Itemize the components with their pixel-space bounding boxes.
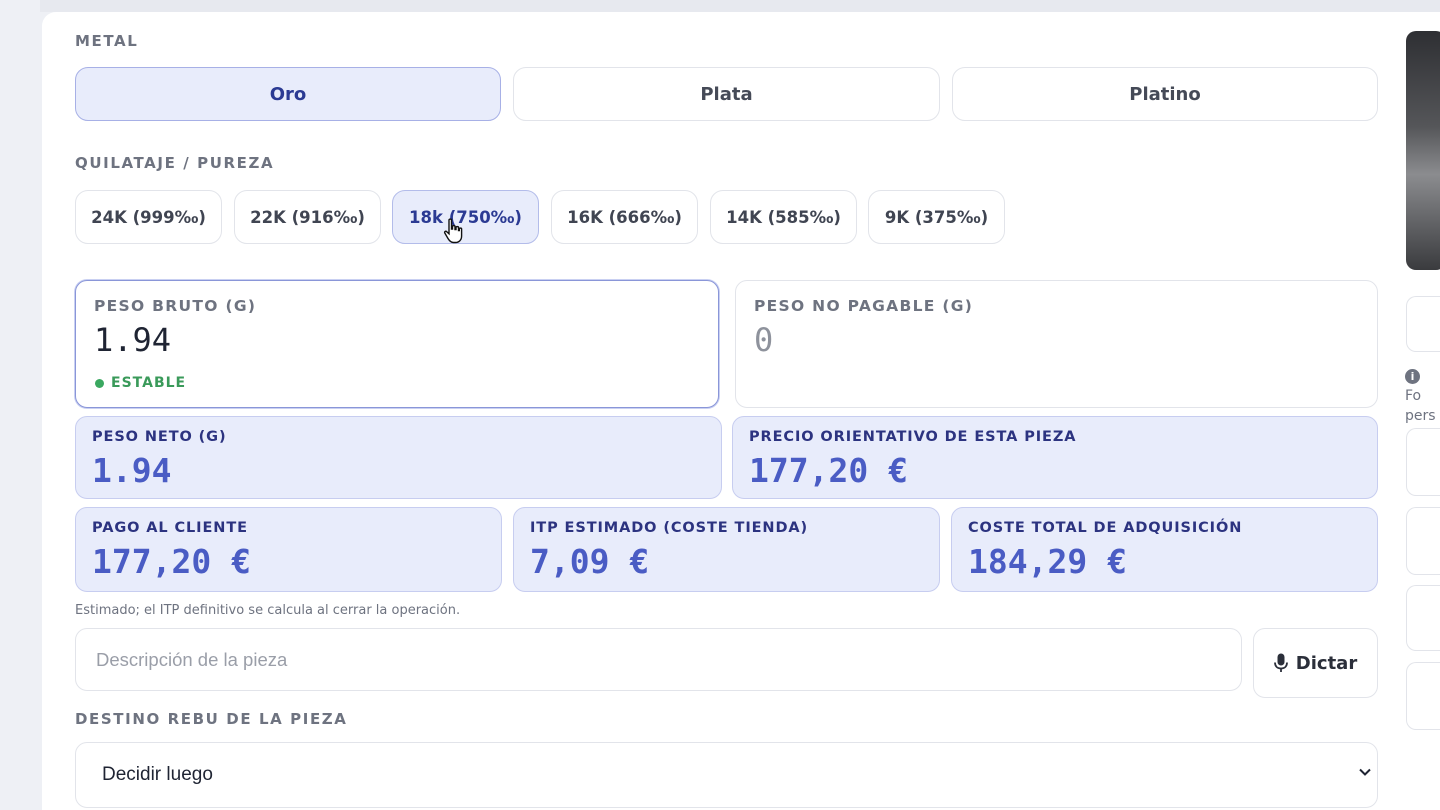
hand-cursor-icon: [443, 218, 463, 244]
metal-option-platino[interactable]: Platino: [952, 67, 1378, 121]
karat-section-label: QUILATAJE / PUREZA: [75, 154, 275, 172]
precio-orientativo-label: PRECIO ORIENTATIVO DE ESTA PIEZA: [749, 429, 1077, 445]
itp-note: Estimado; el ITP definitivo se calcula a…: [75, 603, 461, 618]
microphone-icon: [1273, 653, 1288, 672]
metal-section-label: METAL: [75, 32, 139, 50]
peso-no-pagable-value[interactable]: 0: [754, 321, 773, 359]
peso-no-pagable-field[interactable]: PESO NO PAGABLE (G) 0: [735, 280, 1378, 408]
itp-stat: ITP ESTIMADO (COSTE TIENDA) 7,09 €: [513, 507, 940, 592]
coste-total-stat: COSTE TOTAL DE ADQUISICIÓN 184,29 €: [951, 507, 1378, 592]
peso-bruto-label: PESO BRUTO (G): [94, 297, 257, 315]
destino-select[interactable]: Decidir luego: [75, 742, 1378, 808]
coste-total-value: 184,29 €: [968, 542, 1127, 581]
karat-option-14k[interactable]: 14K (585‰): [710, 190, 857, 244]
description-input[interactable]: [75, 628, 1242, 691]
side-info-line2: pers: [1405, 408, 1436, 424]
dictar-label: Dictar: [1295, 652, 1358, 674]
destino-selected-value: Decidir luego: [102, 764, 213, 785]
peso-no-pagable-label: PESO NO PAGABLE (G): [754, 297, 974, 315]
peso-neto-label: PESO NETO (G): [92, 429, 227, 445]
precio-orientativo-stat: PRECIO ORIENTATIVO DE ESTA PIEZA 177,20 …: [732, 416, 1378, 499]
destino-section-label: DESTINO REBU DE LA PIEZA: [75, 710, 348, 728]
info-icon: i: [1405, 369, 1420, 384]
karat-option-24k[interactable]: 24K (999‰): [75, 190, 222, 244]
metal-option-oro[interactable]: Oro: [75, 67, 501, 121]
coste-total-label: COSTE TOTAL DE ADQUISICIÓN: [968, 520, 1243, 536]
scale-status-text: ESTABLE: [111, 375, 187, 391]
top-bar: [40, 0, 1440, 12]
side-box-4[interactable]: [1406, 662, 1440, 730]
peso-neto-stat: PESO NETO (G) 1.94: [75, 416, 722, 499]
piece-photo-preview[interactable]: [1406, 31, 1440, 270]
scale-status: ESTABLE: [95, 375, 186, 391]
karat-option-9k[interactable]: 9K (375‰): [868, 190, 1005, 244]
pago-cliente-value: 177,20 €: [92, 542, 251, 581]
itp-label: ITP ESTIMADO (COSTE TIENDA): [530, 520, 809, 536]
precio-orientativo-value: 177,20 €: [749, 451, 908, 490]
side-info-text: i Fo pers: [1405, 366, 1440, 426]
peso-neto-value: 1.94: [92, 451, 172, 490]
pago-cliente-stat: PAGO AL CLIENTE 177,20 €: [75, 507, 502, 592]
peso-bruto-value[interactable]: 1.94: [94, 321, 171, 359]
side-box-2[interactable]: [1406, 507, 1440, 575]
side-box-3[interactable]: [1406, 585, 1440, 651]
peso-bruto-field[interactable]: PESO BRUTO (G) 1.94 ESTABLE: [75, 280, 719, 408]
chevron-down-icon: [1359, 768, 1371, 776]
side-box-1[interactable]: [1406, 428, 1440, 496]
karat-option-18k[interactable]: 18k (750‰): [392, 190, 539, 244]
karat-option-22k[interactable]: 22K (916‰): [234, 190, 381, 244]
karat-option-16k[interactable]: 16K (666‰): [551, 190, 698, 244]
side-info-line1: Fo: [1405, 388, 1422, 404]
stable-dot-icon: [95, 378, 104, 388]
itp-value: 7,09 €: [530, 542, 650, 581]
dictar-button[interactable]: Dictar: [1253, 628, 1378, 698]
metal-option-plata[interactable]: Plata: [513, 67, 940, 121]
side-input-field[interactable]: [1406, 296, 1440, 352]
pago-cliente-label: PAGO AL CLIENTE: [92, 520, 248, 536]
